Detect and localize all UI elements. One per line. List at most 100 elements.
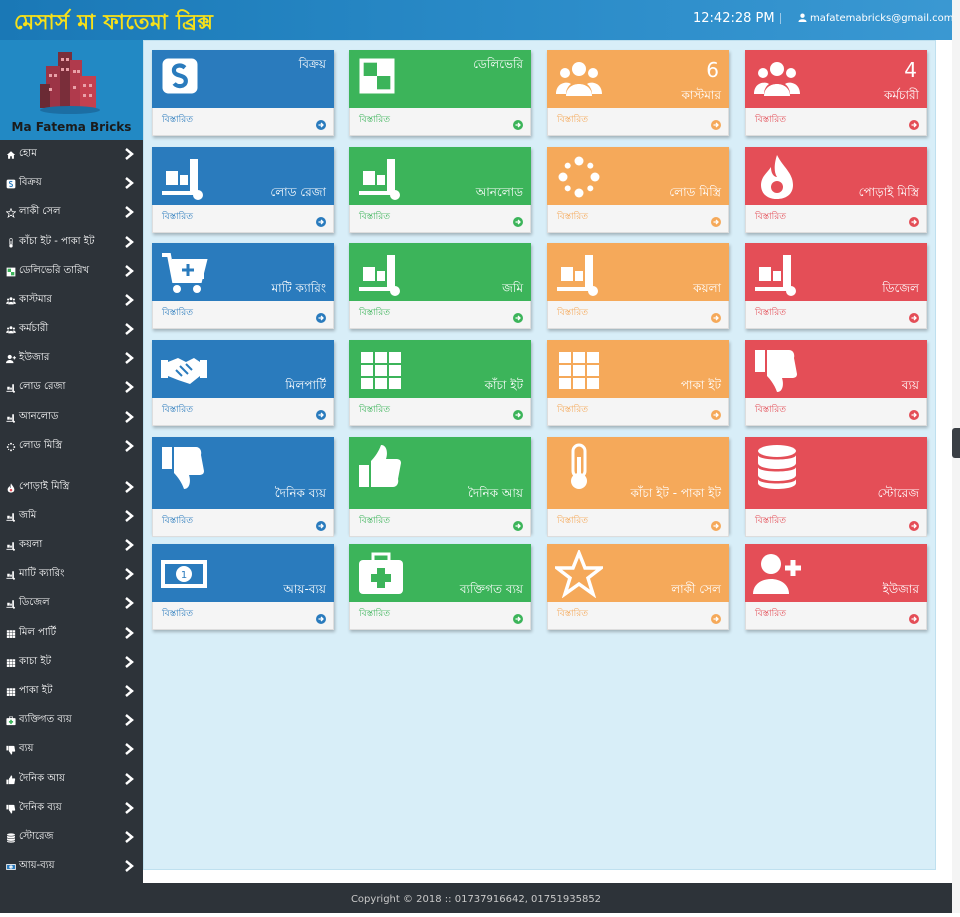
dashboard-card-15[interactable]: পাকা ইট বিস্তারিত xyxy=(547,340,729,426)
card-details-link[interactable]: বিস্তারিত xyxy=(745,205,927,233)
sidebar-item-20[interactable]: ব্যক্তিগত ব্যয় xyxy=(0,706,143,735)
sidebar-item-5[interactable]: ডেলিভেরি তারিখ xyxy=(0,257,143,286)
card-details-link[interactable]: বিস্তারিত xyxy=(152,205,334,233)
arrow-circle-right-icon xyxy=(909,213,919,227)
sidebar-item-1[interactable]: হোম xyxy=(0,140,143,169)
user-plus-icon xyxy=(753,550,809,598)
sidebar-item-25[interactable]: 1 আয়-ব্যয় xyxy=(0,852,143,881)
dashboard-card-6[interactable]: আনলোড বিস্তারিত xyxy=(349,147,531,233)
card-details-link[interactable]: বিস্তারিত xyxy=(349,205,531,233)
card-details-link[interactable]: বিস্তারিত xyxy=(349,398,531,426)
dashboard-card-5[interactable]: লোড রেজা বিস্তারিত xyxy=(152,147,334,233)
sidebar-item-16[interactable]: ডিজেল xyxy=(0,589,143,618)
dashboard-card-9[interactable]: মাটি ক্যারিং বিস্তারিত xyxy=(152,243,334,329)
dashboard-card-13[interactable]: মিলপার্টি বিস্তারিত xyxy=(152,340,334,426)
users-icon xyxy=(555,56,611,104)
card-details-link[interactable]: বিস্তারিত xyxy=(547,398,729,426)
thumbs-down-icon xyxy=(160,443,216,491)
sidebar-item-label: হোম xyxy=(19,148,37,159)
sidebar-item-7[interactable]: কর্মচারী xyxy=(0,315,143,344)
arrow-circle-right-icon xyxy=(316,116,326,130)
sidebar-item-24[interactable]: স্টোরেজ xyxy=(0,823,143,852)
card-title: দৈনিক আয় xyxy=(467,486,523,500)
sidebar-item-12[interactable]: পোড়াই মিস্ত্রি xyxy=(0,473,143,502)
user-menu[interactable]: mafatemabricks@gmail.com▾ xyxy=(798,13,960,24)
card-details-link[interactable]: বিস্তারিত xyxy=(745,301,927,329)
sidebar-item-21[interactable]: ব্যয় xyxy=(0,735,143,764)
card-details-link[interactable]: বিস্তারিত xyxy=(745,509,927,537)
card-details-link[interactable]: বিস্তারিত xyxy=(547,509,729,537)
sidebar-item-2[interactable]: বিক্রয় xyxy=(0,169,143,198)
card-details-link[interactable]: বিস্তারিত xyxy=(152,301,334,329)
sidebar-item-17[interactable]: মিল পার্টি xyxy=(0,619,143,648)
dashboard-card-12[interactable]: ডিজেল বিস্তারিত xyxy=(745,243,927,329)
card-details-link[interactable]: বিস্তারিত xyxy=(349,602,531,630)
card-details-link[interactable]: বিস্তারিত xyxy=(547,301,729,329)
dashboard-card-1[interactable]: বিক্রয় বিস্তারিত xyxy=(152,50,334,136)
grid-icon xyxy=(6,687,16,697)
card-details-link[interactable]: বিস্তারিত xyxy=(349,108,531,136)
chevron-right-icon xyxy=(123,802,135,814)
brand-title[interactable]: মেসার্স মা ফাতেমা ব্রিক্স xyxy=(14,6,213,41)
card-details-link[interactable]: বিস্তারিত xyxy=(745,108,927,136)
card-details-link[interactable]: বিস্তারিত xyxy=(152,108,334,136)
logo[interactable]: Ma Fatema Bricks xyxy=(0,40,143,140)
sidebar-item-15[interactable]: মাটি ক্যারিং xyxy=(0,560,143,589)
sidebar-item-14[interactable]: কয়লা xyxy=(0,531,143,560)
sidebar-item-8[interactable]: ইউজার xyxy=(0,344,143,373)
fire-icon xyxy=(6,482,16,493)
dashboard-card-20[interactable]: স্টোরেজ বিস্তারিত xyxy=(745,437,927,537)
card-details-link[interactable]: বিস্তারিত xyxy=(152,602,334,630)
card-details-link[interactable]: বিস্তারিত xyxy=(349,509,531,537)
card-details-link[interactable]: বিস্তারিত xyxy=(547,602,729,630)
grid-icon xyxy=(357,346,413,394)
sidebar-item-label: কাঁচা ইট - পাকা ইট xyxy=(19,236,95,247)
dashboard-card-14[interactable]: কাঁচা ইট বিস্তারিত xyxy=(349,340,531,426)
dashboard-card-8[interactable]: পোড়াই মিস্ত্রি বিস্তারিত xyxy=(745,147,927,233)
sidebar-item-9[interactable]: লোড রেজা xyxy=(0,373,143,402)
dashboard-card-3[interactable]: 6 কাস্টমার বিস্তারিত xyxy=(547,50,729,136)
card-details-link[interactable]: বিস্তারিত xyxy=(349,301,531,329)
dashboard-card-10[interactable]: জমি বিস্তারিত xyxy=(349,243,531,329)
sidebar-item-22[interactable]: দৈনিক আয় xyxy=(0,765,143,794)
dashboard-card-2[interactable]: ডেলিভেরি বিস্তারিত xyxy=(349,50,531,136)
sidebar-item-19[interactable]: পাকা ইট xyxy=(0,677,143,706)
dashboard-card-22[interactable]: ব্যক্তিগত ব্যয় বিস্তারিত xyxy=(349,544,531,630)
card-details-link[interactable]: বিস্তারিত xyxy=(745,602,927,630)
card-details-label: বিস্তারিত xyxy=(162,212,193,222)
dashboard-card-24[interactable]: ইউজার বিস্তারিত xyxy=(745,544,927,630)
dashboard-card-17[interactable]: দৈনিক ব্যয় বিস্তারিত xyxy=(152,437,334,537)
dashboard-card-21[interactable]: 1 আয়-ব্যয় বিস্তারিত xyxy=(152,544,334,630)
sidebar-item-3[interactable]: লাকী সেল xyxy=(0,198,143,227)
card-details-label: বিস্তারিত xyxy=(359,115,390,125)
card-details-link[interactable]: বিস্তারিত xyxy=(547,108,729,136)
card-details-link[interactable]: বিস্তারিত xyxy=(745,398,927,426)
users-icon xyxy=(6,296,16,306)
card-title: বিক্রয় xyxy=(298,57,326,71)
sidebar-item-10[interactable]: আনলোড xyxy=(0,403,143,432)
dashboard-card-18[interactable]: দৈনিক আয় বিস্তারিত xyxy=(349,437,531,537)
sidebar-item-23[interactable]: দৈনিক ব্যয় xyxy=(0,794,143,823)
card-title: জমি xyxy=(502,281,523,295)
fire-icon xyxy=(753,153,809,201)
dashboard-card-23[interactable]: লাকী সেল বিস্তারিত xyxy=(547,544,729,630)
sidebar-item-6[interactable]: কাস্টমার xyxy=(0,286,143,315)
card-details-link[interactable]: বিস্তারিত xyxy=(547,205,729,233)
sidebar-item-18[interactable]: কাচা ইট xyxy=(0,648,143,677)
dashboard-card-4[interactable]: 4 কর্মচারী বিস্তারিত xyxy=(745,50,927,136)
sidebar-item-11[interactable]: লোড মিস্ত্রি xyxy=(0,432,143,461)
sidebar-item-4[interactable]: কাঁচা ইট - পাকা ইট xyxy=(0,228,143,257)
page-scrollbar-thumb[interactable] xyxy=(952,428,960,458)
sidebar-item-13[interactable]: জমি xyxy=(0,502,143,531)
card-details-label: বিস্তারিত xyxy=(162,516,193,526)
dolly-icon xyxy=(753,249,809,297)
card-details-link[interactable]: বিস্তারিত xyxy=(152,509,334,537)
dashboard-card-19[interactable]: কাঁচা ইট - পাকা ইট বিস্তারিত xyxy=(547,437,729,537)
arrow-circle-right-icon xyxy=(909,610,919,624)
dashboard-card-7[interactable]: লোড মিস্ত্রি বিস্তারিত xyxy=(547,147,729,233)
card-title: লোড মিস্ত্রি xyxy=(669,185,721,199)
dashboard-card-16[interactable]: ব্যয় বিস্তারিত xyxy=(745,340,927,426)
card-details-link[interactable]: বিস্তারিত xyxy=(152,398,334,426)
spinner-icon xyxy=(6,442,16,452)
dashboard-card-11[interactable]: কয়লা বিস্তারিত xyxy=(547,243,729,329)
